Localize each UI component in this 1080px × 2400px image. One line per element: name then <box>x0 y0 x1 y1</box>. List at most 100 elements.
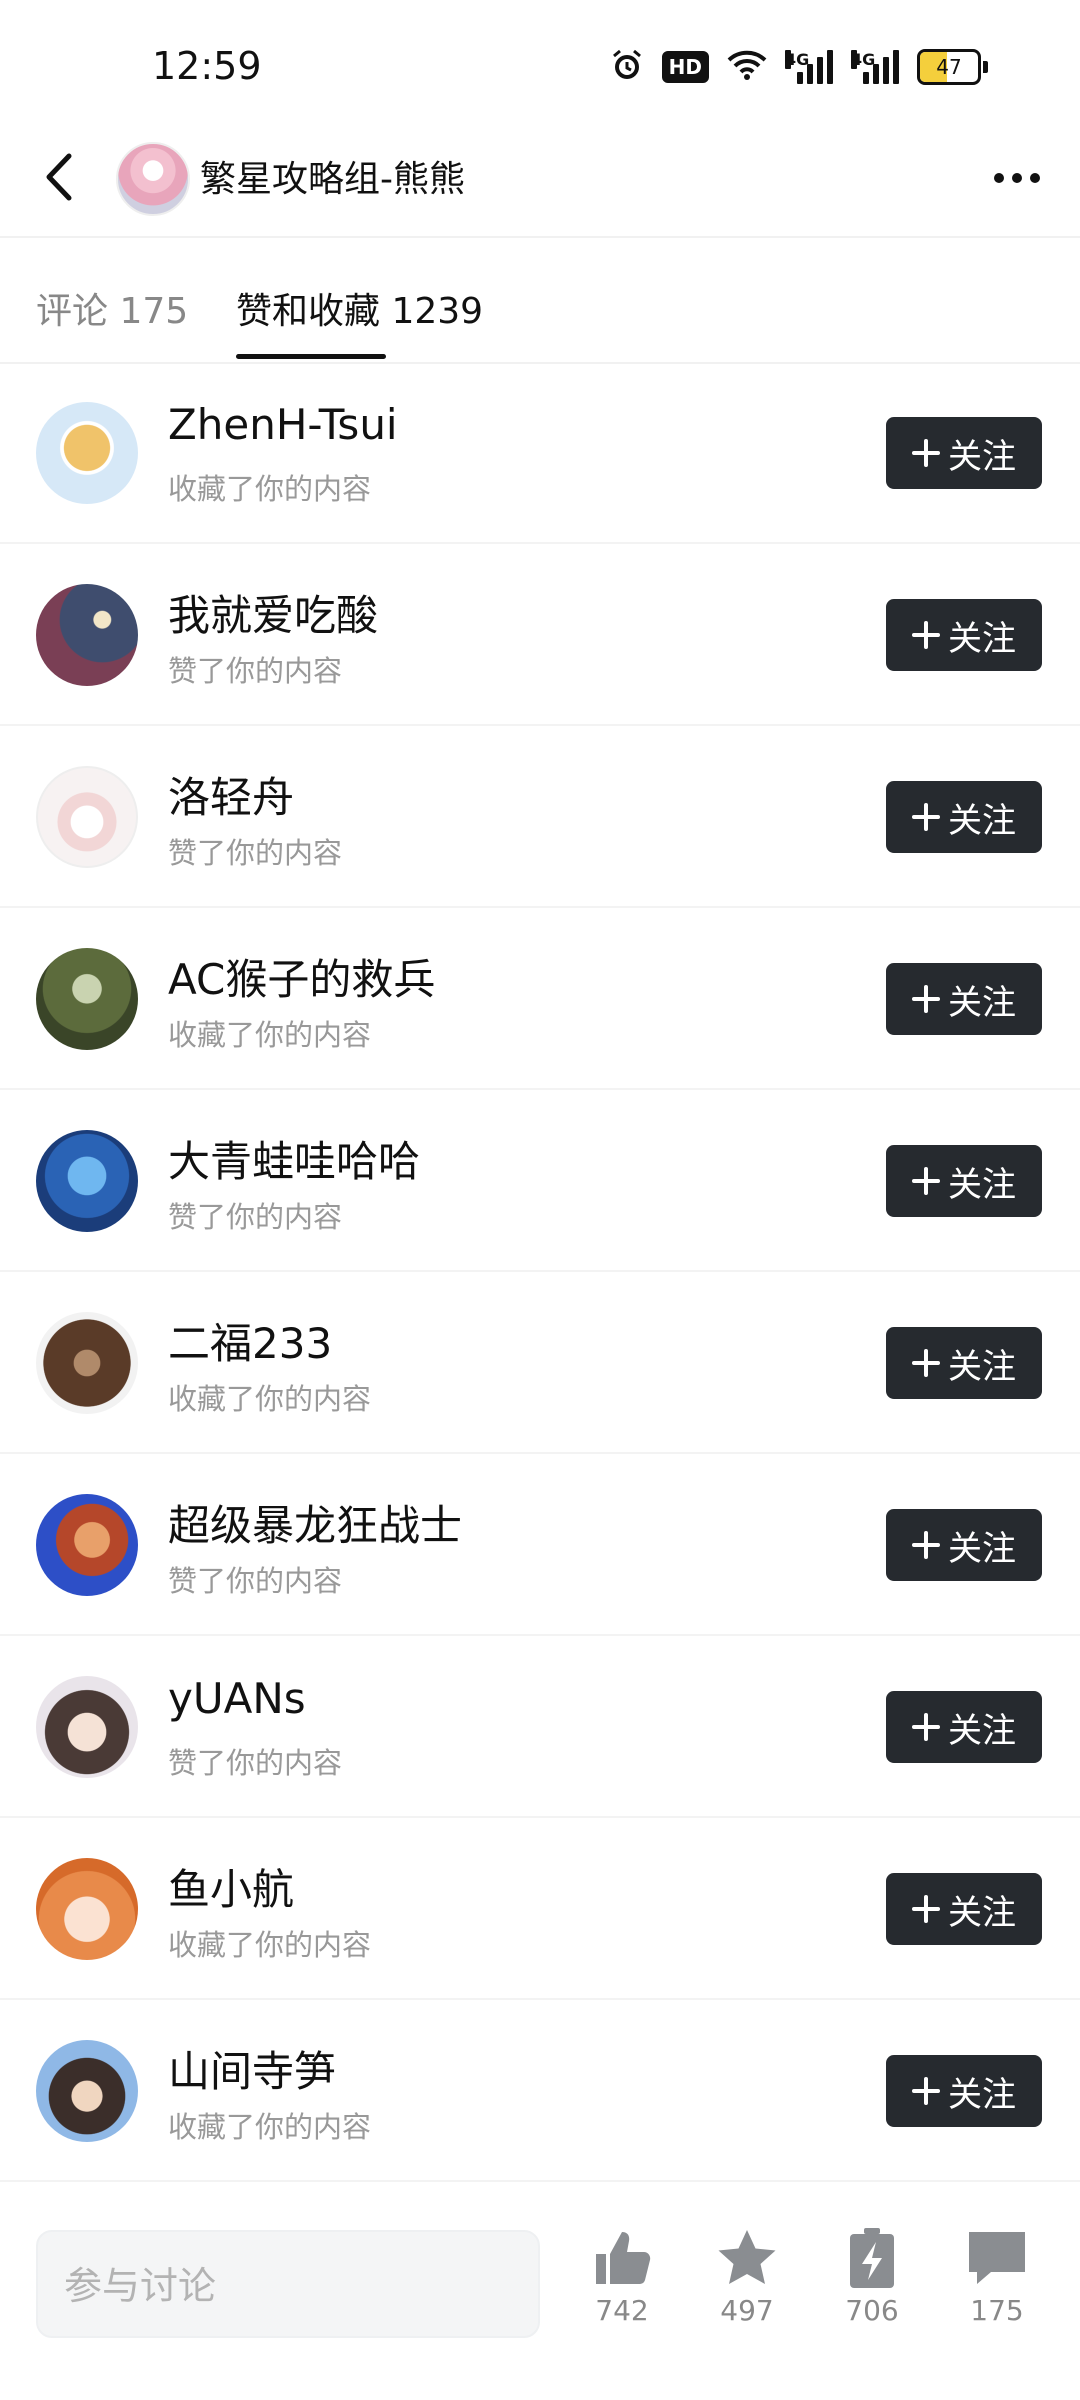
plus-icon <box>912 803 940 831</box>
star-icon <box>718 2230 776 2284</box>
status-bar: 12:59 HD 4G 4G 47 <box>0 0 1080 130</box>
thumbs-up-icon <box>596 2232 651 2284</box>
list-item[interactable]: 大青蛙哇哈哈 赞了你的内容 关注 <box>0 1090 1080 1272</box>
like-button[interactable]: 742 <box>572 2226 672 2327</box>
avatar[interactable] <box>36 1494 138 1596</box>
follow-button[interactable]: 关注 <box>886 1327 1042 1399</box>
user-name[interactable]: 超级暴龙狂战士 <box>168 1492 462 1553</box>
user-name[interactable]: AC猴子的救兵 <box>168 946 435 1007</box>
user-name[interactable]: yUANs <box>168 1674 306 1723</box>
notification-list: ZhenH-Tsui 收藏了你的内容 关注 我就爱吃酸 赞了你的内容 关注 洛轻… <box>0 362 1080 2182</box>
tab-likes-favorites[interactable]: 赞和收藏 1239 <box>236 282 483 334</box>
list-item[interactable]: 超级暴龙狂战士 赞了你的内容 关注 <box>0 1454 1080 1636</box>
signal-icon: 4G <box>785 50 833 84</box>
more-button[interactable] <box>982 148 1052 208</box>
plus-icon <box>912 1167 940 1195</box>
follow-button[interactable]: 关注 <box>886 599 1042 671</box>
avatar[interactable] <box>36 766 138 868</box>
follow-label: 关注 <box>948 1164 1016 1205</box>
plus-icon <box>912 439 940 467</box>
hd-voice-icon: HD <box>661 51 709 83</box>
plus-icon <box>912 985 940 1013</box>
favorite-button[interactable]: 497 <box>697 2226 797 2327</box>
user-name[interactable]: 洛轻舟 <box>168 764 294 825</box>
like-count: 742 <box>595 2294 649 2327</box>
follow-label: 关注 <box>948 1346 1016 1387</box>
list-item[interactable]: yUANs 赞了你的内容 关注 <box>0 1636 1080 1818</box>
list-item[interactable]: 山间寺笋 收藏了你的内容 关注 <box>0 2000 1080 2182</box>
follow-button[interactable]: 关注 <box>886 1145 1042 1217</box>
avatar[interactable] <box>36 1130 138 1232</box>
action-text: 收藏了你的内容 <box>168 472 372 506</box>
header: 繁星攻略组-熊熊 <box>0 120 1080 238</box>
list-item[interactable]: 我就爱吃酸 赞了你的内容 关注 <box>0 544 1080 726</box>
user-name[interactable]: 大青蛙哇哈哈 <box>168 1128 420 1189</box>
follow-label: 关注 <box>948 436 1016 477</box>
list-item[interactable]: 洛轻舟 赞了你的内容 关注 <box>0 726 1080 908</box>
back-button[interactable] <box>30 142 86 212</box>
plus-icon <box>912 1531 940 1559</box>
list-item[interactable]: 鱼小航 收藏了你的内容 关注 <box>0 1818 1080 2000</box>
list-item[interactable]: 二福233 收藏了你的内容 关注 <box>0 1272 1080 1454</box>
more-dot <box>1030 173 1040 183</box>
plus-icon <box>912 2077 940 2105</box>
plus-icon <box>912 1713 940 1741</box>
user-name[interactable]: 二福233 <box>168 1310 332 1371</box>
user-name[interactable]: 山间寺笋 <box>168 2038 336 2099</box>
avatar[interactable] <box>36 2040 138 2142</box>
tab-comments[interactable]: 评论 175 <box>36 282 188 334</box>
action-text: 收藏了你的内容 <box>168 1382 372 1416</box>
follow-label: 关注 <box>948 1710 1016 1751</box>
comment-count: 175 <box>970 2294 1024 2327</box>
follow-button[interactable]: 关注 <box>886 1509 1042 1581</box>
action-text: 赞了你的内容 <box>168 1200 343 1234</box>
action-text: 赞了你的内容 <box>168 1746 343 1780</box>
follow-button[interactable]: 关注 <box>886 781 1042 853</box>
battery-level: 47 <box>936 55 962 79</box>
comment-input[interactable]: 参与讨论 <box>36 2230 540 2338</box>
user-name[interactable]: ZhenH-Tsui <box>168 400 398 449</box>
follow-label: 关注 <box>948 1528 1016 1569</box>
comment-button[interactable]: 175 <box>947 2226 1047 2327</box>
follow-label: 关注 <box>948 618 1016 659</box>
avatar[interactable] <box>36 584 138 686</box>
follow-button[interactable]: 关注 <box>886 417 1042 489</box>
action-text: 赞了你的内容 <box>168 1564 343 1598</box>
follow-button[interactable]: 关注 <box>886 963 1042 1035</box>
battery-icon: 47 <box>917 49 988 85</box>
page-title[interactable]: 繁星攻略组-熊熊 <box>200 150 465 202</box>
avatar[interactable] <box>36 1858 138 1960</box>
more-dot <box>994 173 1004 183</box>
list-item[interactable]: AC猴子的救兵 收藏了你的内容 关注 <box>0 908 1080 1090</box>
action-text: 收藏了你的内容 <box>168 2110 372 2144</box>
follow-button[interactable]: 关注 <box>886 1873 1042 1945</box>
charge-button[interactable]: 706 <box>822 2226 922 2327</box>
avatar[interactable] <box>116 142 190 216</box>
more-dot <box>1012 173 1022 183</box>
follow-button[interactable]: 关注 <box>886 1691 1042 1763</box>
tab-bar: 评论 175 赞和收藏 1239 <box>0 236 1080 364</box>
avatar[interactable] <box>36 402 138 504</box>
signal-icon-2: 4G <box>851 50 899 84</box>
chevron-left-icon <box>46 153 72 201</box>
battery-bolt-icon <box>850 2228 894 2288</box>
bottom-bar: 参与讨论 742 497 706 175 <box>0 2200 1080 2400</box>
action-text: 赞了你的内容 <box>168 654 343 688</box>
follow-label: 关注 <box>948 2074 1016 2115</box>
status-icons: HD 4G 4G 47 <box>610 48 988 86</box>
tab-active-indicator <box>236 354 386 359</box>
plus-icon <box>912 1349 940 1377</box>
follow-button[interactable]: 关注 <box>886 2055 1042 2127</box>
user-name[interactable]: 我就爱吃酸 <box>168 582 378 643</box>
user-name[interactable]: 鱼小航 <box>168 1856 294 1917</box>
charge-count: 706 <box>845 2294 899 2327</box>
list-item[interactable]: ZhenH-Tsui 收藏了你的内容 关注 <box>0 362 1080 544</box>
avatar[interactable] <box>36 948 138 1050</box>
wifi-icon <box>727 49 767 85</box>
avatar[interactable] <box>36 1312 138 1414</box>
comment-icon <box>969 2232 1025 2284</box>
favorite-count: 497 <box>720 2294 774 2327</box>
follow-label: 关注 <box>948 982 1016 1023</box>
action-text: 收藏了你的内容 <box>168 1018 372 1052</box>
avatar[interactable] <box>36 1676 138 1778</box>
